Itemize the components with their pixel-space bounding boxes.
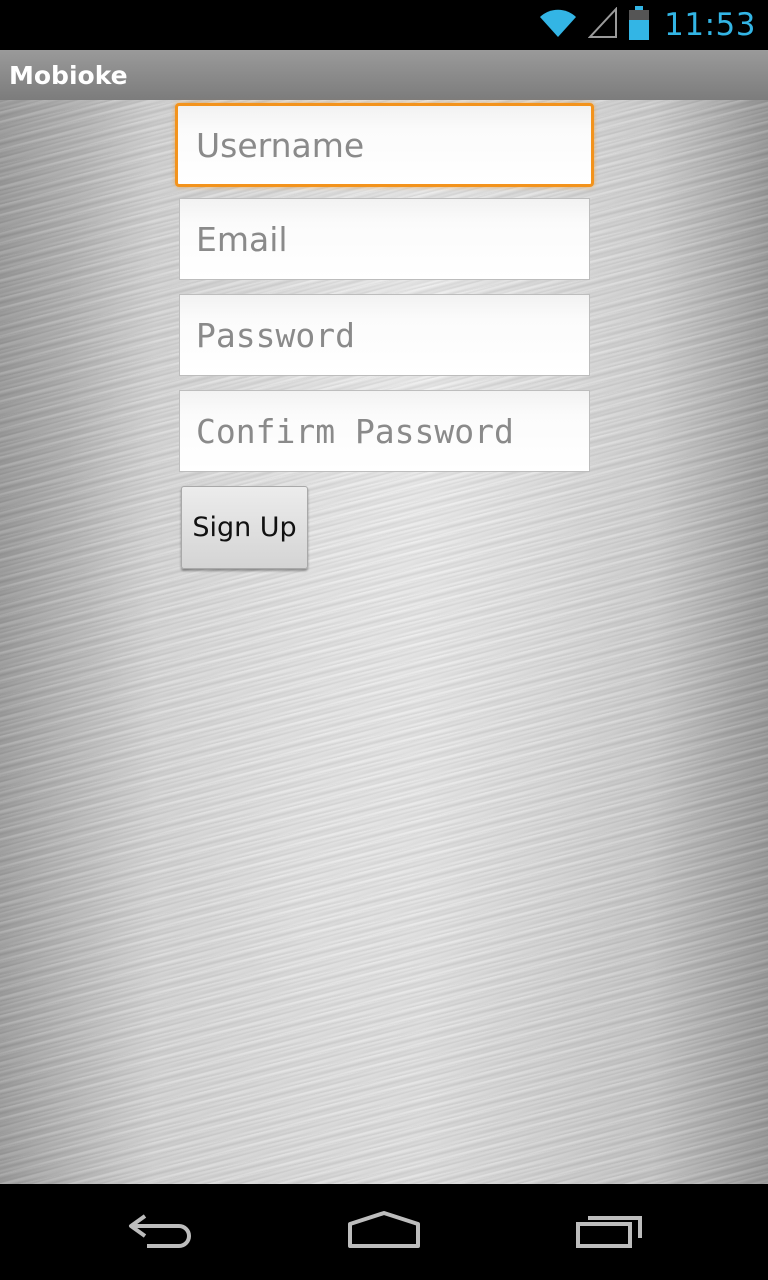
password-input[interactable] <box>196 315 589 355</box>
confirm-password-input[interactable] <box>196 411 589 451</box>
back-icon <box>125 1210 195 1254</box>
navigation-bar <box>0 1184 768 1280</box>
battery-icon <box>628 6 650 44</box>
password-field[interactable] <box>179 294 590 376</box>
cell-signal-icon <box>587 6 618 43</box>
username-input[interactable] <box>196 125 591 165</box>
username-field[interactable] <box>175 103 594 187</box>
status-bar: 11:53 <box>0 0 768 50</box>
sign-up-button[interactable]: Sign Up <box>181 486 308 569</box>
app-title: Mobioke <box>9 60 128 90</box>
recent-apps-button[interactable] <box>560 1204 660 1260</box>
wifi-icon <box>538 7 578 43</box>
action-bar: Mobioke <box>0 50 768 100</box>
signup-screen: Sign Up <box>0 100 768 1184</box>
email-field[interactable] <box>179 198 590 280</box>
back-button[interactable] <box>110 1204 210 1260</box>
confirm-password-field[interactable] <box>179 390 590 472</box>
status-time: 11:53 <box>664 7 756 43</box>
email-input[interactable] <box>196 219 589 259</box>
recent-apps-icon <box>574 1210 646 1254</box>
home-button[interactable] <box>334 1204 434 1260</box>
home-icon <box>346 1210 422 1254</box>
